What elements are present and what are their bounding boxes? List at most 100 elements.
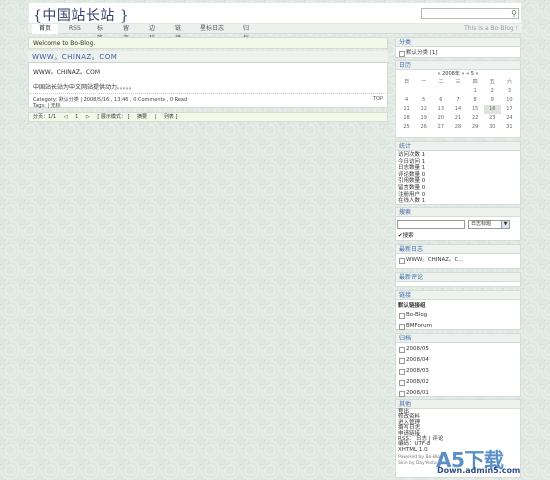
archive-item[interactable]: 2008/03 [398,366,518,377]
pager-mode-list[interactable]: 列表 ] [164,114,178,120]
calendar: « 2008年 » « 5 » 日一二三四五六 1 2 3 4 5 6 7 8 9 10 11 12 13… [395,70,521,138]
top-link[interactable]: TOP [373,96,383,102]
archive-item[interactable]: 2008/04 [398,355,518,366]
calendar-empty [415,87,432,96]
calendar-day[interactable]: 11 [398,105,415,114]
nav-links[interactable]: 链接 [166,24,190,42]
sidebar-links-title: 链接 [395,290,521,300]
nav-archive[interactable]: 归档 [234,24,258,42]
calendar-day[interactable]: 23 [484,114,501,123]
calendar-day[interactable]: 30 [484,123,501,132]
post-text-line: WWW。CHINAZ。COM [33,69,101,76]
calendar-day[interactable]: 8 [467,96,484,105]
calendar-day[interactable]: 3 [501,87,518,96]
calendar-day[interactable]: 15 [467,105,484,114]
calendar-day[interactable]: 2 [484,87,501,96]
sidebar-archive-body: 2008/05 2008/04 2008/03 2008/02 2008/01 [395,343,521,397]
calendar-day[interactable]: 5 [415,96,432,105]
calendar-grid: 日一二三四五六 1 2 3 4 5 6 7 8 9 10 11 12 13 14 15 16 17 18 19 20 21… [398,78,518,132]
calendar-empty [398,87,415,96]
calendar-day[interactable]: 21 [449,114,466,123]
sidebar-stats-title: 统计 [395,141,521,151]
pager-next-icon[interactable]: ▷ [86,114,90,120]
nav-tags[interactable]: 标签 [88,24,112,42]
post-meta: Category: 默认分类 | 2008/5/16 , 13:46 , 0 C… [28,93,388,109]
calendar-day[interactable]: 7 [449,96,466,105]
calendar-day[interactable]: 13 [432,105,449,114]
calendar-day[interactable]: 26 [415,123,432,132]
site-logo[interactable]: {中国站长站 } [33,5,129,25]
calendar-weekday: 五 [489,79,495,85]
calendar-day[interactable]: 1 [467,87,484,96]
calendar-day[interactable]: 27 [432,123,449,132]
calendar-day[interactable]: 14 [449,105,466,114]
pager-page-1[interactable]: 1 [75,114,78,120]
archive-item[interactable]: 2008/02 [398,377,518,388]
stat-line: 在线人数 1 [398,198,426,205]
links-group-label: 默认链接组 [398,303,426,309]
calendar-day[interactable]: 9 [484,96,501,105]
archive-item[interactable]: 2008/01 [398,388,518,399]
pager: 分页：1/1 ◁ 1 ▷ [ 展示模式： ] 摘要 | 列表 ] [28,112,388,122]
pager-mode-label: [ 展示模式： ] [97,114,130,120]
search-button[interactable]: ✔搜索 [398,231,414,239]
stat-line: 访问次数 1 [398,152,426,158]
calendar-day[interactable]: 12 [415,105,432,114]
search-icon[interactable]: ⚲ [511,9,517,18]
archive-item[interactable]: 2008/05 [398,344,518,355]
calendar-weekday: 日 [404,79,410,85]
main-nav: 首页 RSS 标签 留言 边栏 链接 星标日志 归档 This is a Bo-… [28,24,522,42]
site-header: {中国站长站 } ⚲ [28,2,522,24]
welcome-bar: Welcome to Bo-Blog. [28,37,388,49]
calendar-day[interactable]: 22 [467,114,484,123]
calendar-day[interactable]: 17 [501,105,518,114]
pager-prev-icon[interactable]: ◁ [64,114,68,120]
sidebar-search-input[interactable] [397,220,465,229]
recent-post-link[interactable]: WWW。CHINAZ。C... [398,255,518,266]
pager-separator: | [154,114,157,120]
calendar-weekday: 三 [455,79,461,85]
sidebar-archive-title: 归档 [395,333,521,343]
stat-line: 留言数量 0 [398,184,426,191]
sidebar-calendar-title: 日历 [395,60,521,70]
chevron-down-icon[interactable]: ▼ [501,221,509,228]
calendar-day[interactable]: 20 [432,114,449,123]
calendar-day[interactable]: 28 [449,123,466,132]
calendar-day[interactable]: 6 [432,96,449,105]
calendar-day[interactable]: 16 [483,105,501,114]
sidebar-search-title: 搜索 [395,207,521,217]
link-item[interactable]: Bo-Blog [398,310,518,321]
nav-home[interactable]: 首页 [32,24,58,34]
calendar-day[interactable]: 31 [501,123,518,132]
header-search-input[interactable]: ⚲ [421,8,519,19]
calendar-day[interactable]: 18 [398,114,415,123]
calendar-day[interactable]: 24 [501,114,518,123]
calendar-weekday: 六 [506,79,512,85]
calendar-empty [432,87,449,96]
sidebar-category-item[interactable]: 默认分类 [1] [398,48,518,59]
sidebar-category-title: 分类 [395,37,521,47]
calendar-empty [449,87,466,96]
nav-starred[interactable]: 星标日志 [192,24,232,34]
sidebar-stats-body: 访问次数 1 今日访问 1 日志数量 1 评论数量 0 引用数量 0 留言数量 … [395,151,521,205]
calendar-day[interactable]: 29 [467,123,484,132]
pager-mode-summary[interactable]: 摘要 [137,114,147,120]
calendar-day[interactable]: 10 [501,96,518,105]
nav-sidebar[interactable]: 边栏 [140,24,164,42]
nav-guestbook[interactable]: 留言 [114,24,138,42]
watermark-url: Down.admin5.com [437,466,521,475]
post-body: WWW。CHINAZ。COM 中国站长站为中文网站提供动力。。。。。 [28,63,388,93]
calendar-day[interactable]: 19 [415,114,432,123]
calendar-day[interactable]: 4 [398,96,415,105]
post-tags-line: Tags: | 无标 [33,103,61,109]
calendar-month[interactable]: « 2008年 » « 5 » [398,71,518,78]
site-tagline: This is a Bo-Blog ! [464,25,518,32]
nav-rss[interactable]: RSS [62,24,86,34]
calendar-weekday: 二 [438,79,444,85]
post-title[interactable]: WWW。CHINAZ。COM [28,51,388,63]
post-text-line: 中国站长站为中文网站提供动力。。。。。 [33,84,136,91]
sidebar-links-body: 默认链接组 Bo-Blog BMForum [395,300,521,330]
link-item[interactable]: BMForum [398,321,518,332]
stat-line: 日志数量 1 [398,165,426,172]
calendar-day[interactable]: 25 [398,123,415,132]
